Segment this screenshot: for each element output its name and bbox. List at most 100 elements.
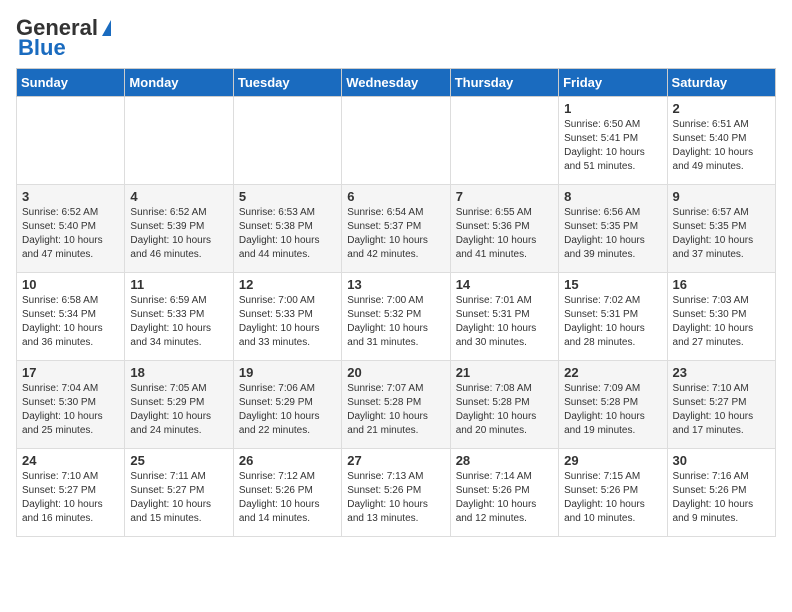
day-number: 26 <box>239 453 336 468</box>
day-number: 11 <box>130 277 227 292</box>
day-info: Sunrise: 7:10 AM Sunset: 5:27 PM Dayligh… <box>22 470 119 526</box>
day-info: Sunrise: 7:03 AM Sunset: 5:30 PM Dayligh… <box>673 294 770 350</box>
day-info: Sunrise: 6:58 AM Sunset: 5:34 PM Dayligh… <box>22 294 119 350</box>
day-number: 5 <box>239 189 336 204</box>
day-info: Sunrise: 6:54 AM Sunset: 5:37 PM Dayligh… <box>347 206 444 262</box>
day-info: Sunrise: 6:50 AM Sunset: 5:41 PM Dayligh… <box>564 118 661 174</box>
calendar-cell: 6Sunrise: 6:54 AM Sunset: 5:37 PM Daylig… <box>342 185 450 273</box>
weekday-header-monday: Monday <box>125 69 233 97</box>
day-number: 16 <box>673 277 770 292</box>
day-number: 28 <box>456 453 553 468</box>
calendar-cell: 11 Sunrise: 6:59 AM Sunset: 5:33 PM Dayli… <box>125 273 233 361</box>
day-number: 20 <box>347 365 444 380</box>
calendar-cell: 14 Sunrise: 7:01 AM Sunset: 5:31 PM Dayli… <box>450 273 558 361</box>
day-info: Sunrise: 6:52 AM Sunset: 5:39 PM Dayligh… <box>130 206 227 262</box>
day-number: 10 <box>22 277 119 292</box>
calendar-cell: 13 Sunrise: 7:00 AM Sunset: 5:32 PM Dayli… <box>342 273 450 361</box>
calendar-cell: 3 Sunrise: 6:52 AM Sunset: 5:40 PM Daylig… <box>17 185 125 273</box>
weekday-header-tuesday: Tuesday <box>233 69 341 97</box>
day-info: Sunrise: 7:13 AM Sunset: 5:26 PM Dayligh… <box>347 470 444 526</box>
day-info: Sunrise: 7:00 AM Sunset: 5:33 PM Dayligh… <box>239 294 336 350</box>
calendar-cell: 10 Sunrise: 6:58 AM Sunset: 5:34 PM Dayli… <box>17 273 125 361</box>
day-number: 8 <box>564 189 661 204</box>
day-number: 3 <box>22 189 119 204</box>
calendar-week-2: 3 Sunrise: 6:52 AM Sunset: 5:40 PM Daylig… <box>17 185 776 273</box>
day-info: Sunrise: 6:57 AM Sunset: 5:35 PM Dayligh… <box>673 206 770 262</box>
day-info: Sunrise: 7:01 AM Sunset: 5:31 PM Dayligh… <box>456 294 553 350</box>
calendar-cell <box>233 97 341 185</box>
day-number: 22 <box>564 365 661 380</box>
calendar-cell: 21 Sunrise: 7:08 AM Sunset: 5:28 PM Dayli… <box>450 361 558 449</box>
day-number: 14 <box>456 277 553 292</box>
calendar-table: SundayMondayTuesdayWednesdayThursdayFrid… <box>16 68 776 537</box>
day-number: 17 <box>22 365 119 380</box>
day-number: 18 <box>130 365 227 380</box>
day-info: Sunrise: 6:59 AM Sunset: 5:33 PM Dayligh… <box>130 294 227 350</box>
calendar-cell: 24 Sunrise: 7:10 AM Sunset: 5:27 PM Dayli… <box>17 449 125 537</box>
calendar-cell: 9 Sunrise: 6:57 AM Sunset: 5:35 PM Daylig… <box>667 185 775 273</box>
weekday-header-friday: Friday <box>559 69 667 97</box>
calendar-cell: 15 Sunrise: 7:02 AM Sunset: 5:31 PM Dayli… <box>559 273 667 361</box>
calendar-header-row: SundayMondayTuesdayWednesdayThursdayFrid… <box>17 69 776 97</box>
calendar-cell: 16 Sunrise: 7:03 AM Sunset: 5:30 PM Dayli… <box>667 273 775 361</box>
weekday-header-thursday: Thursday <box>450 69 558 97</box>
day-info: Sunrise: 7:09 AM Sunset: 5:28 PM Dayligh… <box>564 382 661 438</box>
day-info: Sunrise: 7:02 AM Sunset: 5:31 PM Dayligh… <box>564 294 661 350</box>
day-number: 13 <box>347 277 444 292</box>
day-number: 23 <box>673 365 770 380</box>
day-number: 7 <box>456 189 553 204</box>
calendar-cell: 22 Sunrise: 7:09 AM Sunset: 5:28 PM Dayli… <box>559 361 667 449</box>
day-number: 1 <box>564 101 661 116</box>
calendar-cell: 23Sunrise: 7:10 AM Sunset: 5:27 PM Dayli… <box>667 361 775 449</box>
logo-triangle-icon <box>102 20 111 36</box>
weekday-header-wednesday: Wednesday <box>342 69 450 97</box>
day-number: 15 <box>564 277 661 292</box>
calendar-cell: 4 Sunrise: 6:52 AM Sunset: 5:39 PM Daylig… <box>125 185 233 273</box>
weekday-header-sunday: Sunday <box>17 69 125 97</box>
calendar-cell: 27 Sunrise: 7:13 AM Sunset: 5:26 PM Dayli… <box>342 449 450 537</box>
calendar-week-4: 17Sunrise: 7:04 AM Sunset: 5:30 PM Dayli… <box>17 361 776 449</box>
day-info: Sunrise: 6:52 AM Sunset: 5:40 PM Dayligh… <box>22 206 119 262</box>
day-info: Sunrise: 6:51 AM Sunset: 5:40 PM Dayligh… <box>673 118 770 174</box>
calendar-cell <box>342 97 450 185</box>
day-number: 30 <box>673 453 770 468</box>
calendar-cell <box>125 97 233 185</box>
day-info: Sunrise: 6:55 AM Sunset: 5:36 PM Dayligh… <box>456 206 553 262</box>
calendar-cell: 17Sunrise: 7:04 AM Sunset: 5:30 PM Dayli… <box>17 361 125 449</box>
day-info: Sunrise: 7:07 AM Sunset: 5:28 PM Dayligh… <box>347 382 444 438</box>
calendar-week-1: 1 Sunrise: 6:50 AM Sunset: 5:41 PM Daylig… <box>17 97 776 185</box>
weekday-header-saturday: Saturday <box>667 69 775 97</box>
calendar-cell: 25 Sunrise: 7:11 AM Sunset: 5:27 PM Dayli… <box>125 449 233 537</box>
day-info: Sunrise: 6:56 AM Sunset: 5:35 PM Dayligh… <box>564 206 661 262</box>
calendar-cell: 18Sunrise: 7:05 AM Sunset: 5:29 PM Dayli… <box>125 361 233 449</box>
day-number: 25 <box>130 453 227 468</box>
calendar-cell: 8 Sunrise: 6:56 AM Sunset: 5:35 PM Daylig… <box>559 185 667 273</box>
day-number: 27 <box>347 453 444 468</box>
calendar-week-5: 24 Sunrise: 7:10 AM Sunset: 5:27 PM Dayli… <box>17 449 776 537</box>
calendar-cell: 12Sunrise: 7:00 AM Sunset: 5:33 PM Dayli… <box>233 273 341 361</box>
day-number: 9 <box>673 189 770 204</box>
page-header: General Blue <box>16 16 776 60</box>
calendar-cell: 29Sunrise: 7:15 AM Sunset: 5:26 PM Dayli… <box>559 449 667 537</box>
day-info: Sunrise: 7:06 AM Sunset: 5:29 PM Dayligh… <box>239 382 336 438</box>
calendar-cell: 19 Sunrise: 7:06 AM Sunset: 5:29 PM Dayli… <box>233 361 341 449</box>
day-number: 24 <box>22 453 119 468</box>
logo-text-blue: Blue <box>16 36 66 60</box>
calendar-week-3: 10 Sunrise: 6:58 AM Sunset: 5:34 PM Dayli… <box>17 273 776 361</box>
calendar-cell: 1 Sunrise: 6:50 AM Sunset: 5:41 PM Daylig… <box>559 97 667 185</box>
day-info: Sunrise: 7:00 AM Sunset: 5:32 PM Dayligh… <box>347 294 444 350</box>
day-info: Sunrise: 7:12 AM Sunset: 5:26 PM Dayligh… <box>239 470 336 526</box>
day-info: Sunrise: 7:08 AM Sunset: 5:28 PM Dayligh… <box>456 382 553 438</box>
logo: General Blue <box>16 16 111 60</box>
calendar-cell <box>450 97 558 185</box>
day-number: 21 <box>456 365 553 380</box>
day-info: Sunrise: 7:14 AM Sunset: 5:26 PM Dayligh… <box>456 470 553 526</box>
day-info: Sunrise: 7:11 AM Sunset: 5:27 PM Dayligh… <box>130 470 227 526</box>
day-number: 19 <box>239 365 336 380</box>
day-number: 4 <box>130 189 227 204</box>
calendar-cell: 20 Sunrise: 7:07 AM Sunset: 5:28 PM Dayli… <box>342 361 450 449</box>
calendar-cell: 30Sunrise: 7:16 AM Sunset: 5:26 PM Dayli… <box>667 449 775 537</box>
calendar-cell <box>17 97 125 185</box>
day-number: 29 <box>564 453 661 468</box>
calendar-cell: 7 Sunrise: 6:55 AM Sunset: 5:36 PM Daylig… <box>450 185 558 273</box>
